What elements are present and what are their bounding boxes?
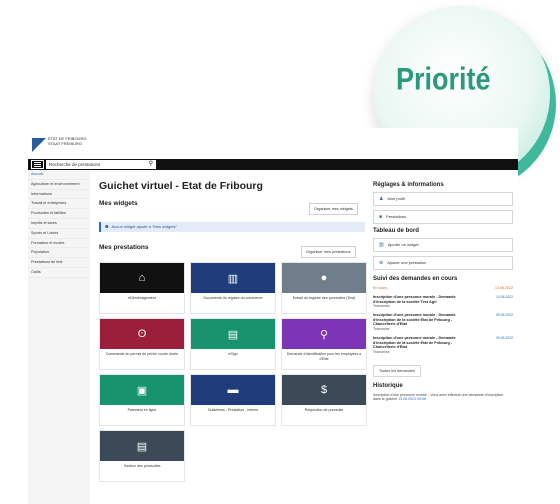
search-placeholder: Recherche de prestations	[49, 162, 101, 167]
request-title: Inscription d'une personne morale - Dema…	[373, 335, 456, 350]
prestation-tile[interactable]: ▥ Documents du registre du commerce	[190, 262, 276, 314]
dashboard-title: Tableau de bord	[373, 228, 419, 234]
search-input[interactable]: Recherche de prestations ⚲	[46, 160, 156, 169]
sidebar-item[interactable]: Impôts et taxes	[28, 219, 90, 229]
settings-title: Réglages & informations	[373, 182, 444, 188]
chart-icon: ▥	[379, 242, 384, 248]
organize-widgets-button[interactable]: Organiser mes widgets	[309, 203, 358, 215]
prestation-label: Gestion des poursuites	[123, 464, 161, 468]
sidebar-item[interactable]: Outils	[28, 268, 90, 278]
prestation-tile[interactable]: ⚲ Demande d'identification pour les emplo…	[281, 318, 367, 370]
sidebar-item[interactable]: Formation et écoles	[28, 239, 90, 249]
add-prestation-button[interactable]: ⊕ Ajouter une prestation	[373, 256, 513, 270]
sidebar-item[interactable]: Sports et Loisirs	[28, 229, 90, 239]
user-icon: ♟	[379, 196, 384, 202]
search-icon[interactable]: ⚲	[149, 160, 153, 169]
follow-header: En cours 13.06.2022	[373, 286, 513, 290]
home-icon: ⌂	[100, 263, 184, 293]
add-widget-button[interactable]: ▥ Ajouter un widget	[373, 238, 513, 252]
prestation-label: Réquisition de poursuite	[304, 408, 344, 412]
prestation-label: Commande du permis de pêche courte durée	[105, 352, 179, 356]
prestation-tile[interactable]: ● Extrait du registre des poursuites (Tes…	[281, 262, 367, 314]
request-date: 09.06.2022	[496, 313, 513, 318]
history-title: Historique	[373, 382, 403, 389]
fribourg-logo-icon	[32, 138, 46, 152]
prestation-label: eDéménagement	[128, 296, 156, 300]
widgets-info-message: ❶ Aucun widget ajouté à "Mes widgets"	[99, 222, 365, 232]
file-dollar-icon: $	[282, 375, 366, 405]
briefcase-icon: ■	[379, 214, 383, 220]
document-icon: ▤	[191, 319, 275, 349]
hamburger-menu-button[interactable]	[31, 160, 44, 169]
request-status: Transmise	[373, 326, 390, 331]
request-item[interactable]: Inscription d'une personne morale - Dema…	[373, 313, 513, 331]
plus-circle-icon: ⊕	[379, 260, 384, 266]
right-panel: Réglages & informations ♟ Mon profil ■ Pre…	[373, 182, 513, 504]
search-person-icon: ⚲	[282, 319, 366, 349]
follow-list: Inscription d'une personne morale - Dema…	[373, 295, 513, 354]
prestation-tile[interactable]: ▣ Paiement en ligne	[99, 374, 185, 426]
follow-title: Suivi des demandes en cours	[373, 276, 458, 282]
prestation-tile[interactable]: ⌂ eDéménagement	[99, 262, 185, 314]
cart-icon: ▣	[100, 375, 184, 405]
all-requests-button[interactable]: Toutes les demandes	[373, 364, 421, 377]
sidebar: Accueil Agriculture et environnement Infor…	[28, 170, 90, 504]
request-title: Inscription d'une personne morale - Dema…	[373, 313, 456, 327]
request-status: Transmise	[373, 349, 390, 354]
prestation-tile[interactable]: $ Réquisition de poursuite	[281, 374, 367, 426]
top-bar: Recherche de prestations ⚲	[28, 159, 518, 170]
sidebar-item[interactable]: Informations	[28, 190, 90, 200]
file-icon: ▤	[100, 431, 184, 461]
request-item[interactable]: Inscription d'une personne morale - Dema…	[373, 295, 513, 308]
guichet-screenshot: ETAT DE FRIBOURG STAAT FREIBURG Recherch…	[28, 128, 518, 504]
truck-icon: ▬	[191, 375, 275, 405]
widgets-title: Mes widgets	[99, 200, 138, 207]
person-icon: ●	[282, 263, 366, 293]
sidebar-item[interactable]: Prestations de test	[28, 258, 90, 268]
prestation-label: eSign	[228, 352, 238, 356]
page-title: Guichet virtuel - Etat de Fribourg	[99, 180, 263, 192]
logo-line2: STAAT FREIBURG	[48, 141, 83, 146]
prestation-label: Extrait du registre des poursuites (Test…	[292, 296, 356, 300]
hook-icon: ʘ	[100, 319, 184, 349]
request-status: Transmise	[373, 304, 390, 309]
sidebar-item[interactable]: Accueil	[28, 170, 90, 180]
prestation-label: Demande d'identification pour les employ…	[286, 352, 362, 361]
profile-button[interactable]: ♟ Mon profil	[373, 192, 513, 206]
prestation-tile[interactable]: ▤ eSign	[190, 318, 276, 370]
prestation-tile[interactable]: ▬ Guidelines - Prestation - interne	[190, 374, 276, 426]
prestation-label: Guidelines - Prestation - interne	[207, 408, 259, 412]
request-title: Inscription d'une personne morale - Dema…	[373, 295, 456, 304]
main-content: Guichet virtuel - Etat de Fribourg Mes w…	[99, 170, 367, 504]
logo[interactable]: ETAT DE FRIBOURG STAAT FREIBURG	[32, 134, 152, 156]
priority-badge-text: Priorité	[396, 61, 491, 97]
prestations-button[interactable]: ■ Prestations	[373, 210, 513, 224]
prestations-title: Mes prestations	[99, 244, 149, 251]
history-item[interactable]: Inscription d'une personne morale - Vous…	[373, 393, 508, 402]
organize-prestations-button[interactable]: Organiser mes prestations	[301, 246, 356, 258]
sidebar-item[interactable]: Agriculture et environnement	[28, 180, 90, 190]
request-item[interactable]: Inscription d'une personne morale - Dema…	[373, 336, 513, 354]
request-date: 13.06.2022	[496, 295, 513, 299]
prestation-tile[interactable]: ▤ Gestion des poursuites	[99, 430, 185, 482]
prestation-tile[interactable]: ʘ Commande du permis de pêche courte duré…	[99, 318, 185, 370]
book-icon: ▥	[191, 263, 275, 293]
sidebar-item[interactable]: Poursuites et faillites	[28, 209, 90, 219]
prestation-label: Paiement en ligne	[127, 408, 157, 412]
sidebar-item[interactable]: Travail et entreprises	[28, 199, 90, 210]
sidebar-item[interactable]: Population	[28, 248, 90, 259]
prestation-label: Documents du registre du commerce	[203, 296, 263, 300]
info-icon: ❶	[105, 224, 109, 229]
info-text: Aucun widget ajouté à "Mes widgets"	[111, 224, 178, 229]
request-date: 09.06.2022	[496, 335, 513, 340]
